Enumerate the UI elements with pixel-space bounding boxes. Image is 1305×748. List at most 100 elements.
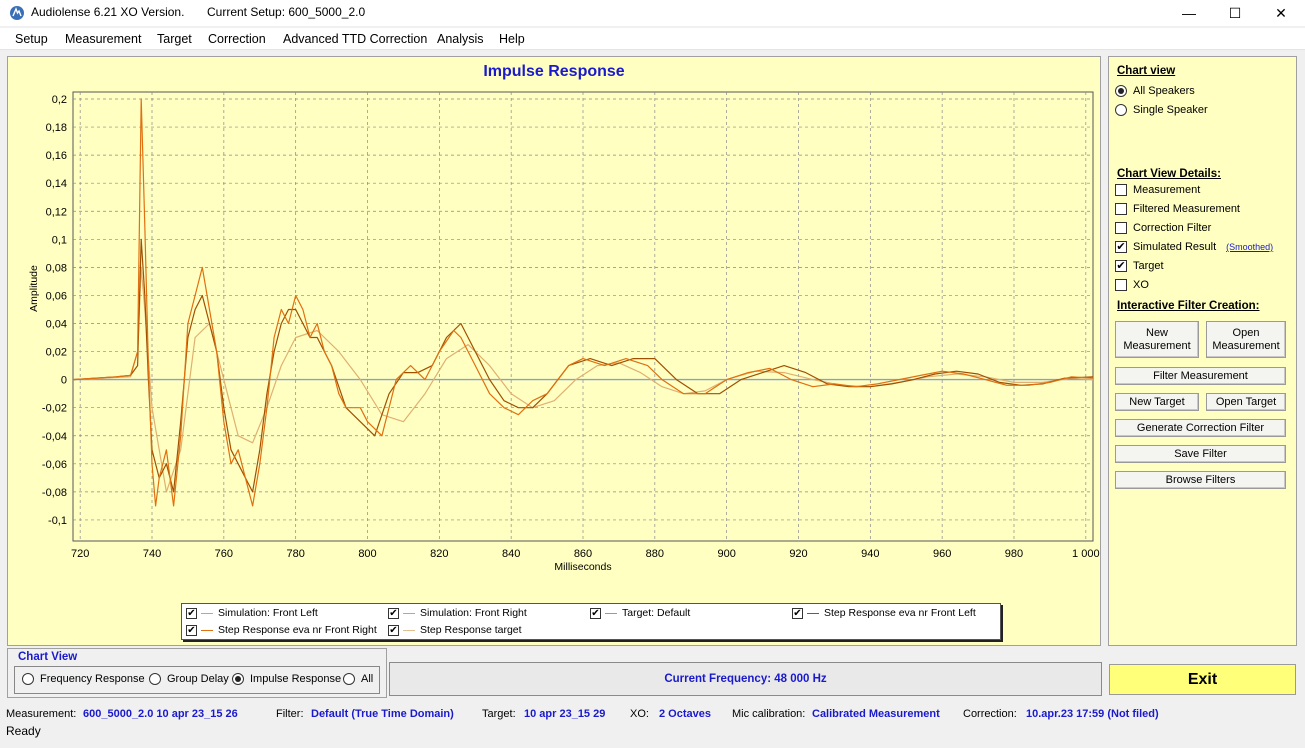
single-speaker-label: Single Speaker: [1133, 104, 1208, 116]
exit-button[interactable]: Exit: [1109, 664, 1296, 695]
y-tick-label: -0,06: [42, 459, 67, 471]
menu-analysis[interactable]: Analysis: [437, 32, 484, 46]
frequency-response-radio[interactable]: Frequency Response: [22, 673, 145, 685]
legend-label: Simulation: Front Right: [420, 607, 527, 619]
checkbox-checked-icon[interactable]: ✔: [1115, 241, 1127, 253]
smoothed-link[interactable]: (Smoothed): [1226, 242, 1273, 252]
maximize-button[interactable]: ☐: [1212, 0, 1258, 26]
minimize-button[interactable]: —: [1166, 0, 1212, 26]
y-axis-label: Amplitude: [28, 265, 40, 312]
filter-measurement-button[interactable]: Filter Measurement: [1115, 367, 1286, 385]
new-measurement-button[interactable]: New Measurement: [1115, 321, 1199, 358]
open-target-button[interactable]: Open Target: [1206, 393, 1286, 411]
y-tick-label: 0: [61, 375, 67, 387]
legend-item[interactable]: ✔ Simulation: Front Right: [388, 605, 527, 621]
group-delay-radio[interactable]: Group Delay: [149, 673, 229, 685]
filter-status-label: Filter:: [276, 708, 304, 720]
y-tick-label: -0,02: [42, 403, 67, 415]
y-tick-label: 0,08: [46, 262, 67, 274]
legend-checkbox[interactable]: ✔: [388, 624, 399, 636]
all-views-radio[interactable]: All: [343, 673, 373, 685]
radio-unselected-icon[interactable]: [343, 673, 355, 685]
checkbox-icon[interactable]: [1115, 279, 1127, 291]
x-tick-label: 800: [358, 548, 376, 560]
mic-calibration-value: Calibrated Measurement: [812, 708, 940, 720]
menu-bar: Setup Measurement Target Correction Adva…: [0, 28, 1305, 50]
menu-measurement[interactable]: Measurement: [65, 32, 141, 46]
all-speakers-label: All Speakers: [1133, 85, 1195, 97]
x-tick-label: 740: [143, 548, 161, 560]
measurement-label: Measurement: [1133, 184, 1201, 196]
legend-item[interactable]: ✔ Step Response eva nr Front Right: [186, 622, 377, 638]
filtered-measurement-checkbox[interactable]: Filtered Measurement: [1115, 201, 1240, 217]
xo-label: XO: [1133, 279, 1149, 291]
x-tick-label: 840: [502, 548, 520, 560]
x-tick-label: 920: [789, 548, 807, 560]
menu-advanced-ttd-correction[interactable]: Advanced TTD Correction: [283, 32, 427, 46]
measurement-status-value: 600_5000_2.0 10 apr 23_15 26: [83, 708, 238, 720]
legend-checkbox[interactable]: ✔: [590, 607, 601, 619]
legend-checkbox[interactable]: ✔: [388, 607, 399, 619]
new-target-button[interactable]: New Target: [1115, 393, 1199, 411]
legend-item[interactable]: ✔ Step Response eva nr Front Left: [792, 605, 976, 621]
open-measurement-button[interactable]: Open Measurement: [1206, 321, 1286, 358]
menu-correction[interactable]: Correction: [208, 32, 266, 46]
x-tick-label: 900: [717, 548, 735, 560]
all-views-label: All: [361, 673, 374, 685]
y-tick-label: 0,16: [46, 150, 67, 162]
legend-line-swatch: [403, 612, 415, 614]
radio-selected-icon[interactable]: [1115, 85, 1127, 97]
target-status-label: Target:: [482, 708, 516, 720]
browse-filters-button[interactable]: Browse Filters: [1115, 471, 1286, 489]
radio-unselected-icon[interactable]: [22, 673, 34, 685]
close-button[interactable]: ✕: [1258, 0, 1304, 26]
xo-checkbox[interactable]: XO: [1115, 277, 1149, 293]
legend-item[interactable]: ✔ Step Response target: [388, 622, 522, 638]
legend-checkbox[interactable]: ✔: [792, 607, 803, 619]
legend-item[interactable]: ✔ Simulation: Front Left: [186, 605, 318, 621]
y-tick-label: -0,04: [42, 431, 67, 443]
radio-unselected-icon[interactable]: [1115, 104, 1127, 116]
legend-label: Simulation: Front Left: [218, 607, 318, 619]
legend-item[interactable]: ✔ Target: Default: [590, 605, 690, 621]
checkbox-icon[interactable]: [1115, 203, 1127, 215]
impulse-response-radio[interactable]: Impulse Response: [232, 673, 341, 685]
legend-checkbox[interactable]: ✔: [186, 624, 197, 636]
audiolense-logo-icon: [10, 6, 24, 20]
y-tick-label: 0,2: [52, 94, 67, 106]
simulated-result-checkbox[interactable]: ✔ Simulated Result (Smoothed): [1115, 239, 1273, 255]
correction-filter-checkbox[interactable]: Correction Filter: [1115, 220, 1211, 236]
checkbox-icon[interactable]: [1115, 184, 1127, 196]
radio-unselected-icon[interactable]: [149, 673, 161, 685]
status-info-row: Measurement: 600_5000_2.0 10 apr 23_15 2…: [0, 705, 1305, 723]
menu-help[interactable]: Help: [499, 32, 525, 46]
y-tick-label: 0,18: [46, 122, 67, 134]
chart-panel: Impulse Response 720 740 760 780 800 820 840 86…: [7, 56, 1101, 646]
legend-line-swatch: [807, 612, 819, 614]
save-filter-button[interactable]: Save Filter: [1115, 445, 1286, 463]
single-speaker-radio[interactable]: Single Speaker: [1115, 102, 1208, 118]
x-tick-label: 880: [646, 548, 664, 560]
checkbox-checked-icon[interactable]: ✔: [1115, 260, 1127, 272]
y-tick-label: -0,08: [42, 487, 67, 499]
menu-target[interactable]: Target: [157, 32, 192, 46]
impulse-response-chart[interactable]: 720 740 760 780 800 820 840 860 880 900 920 940 960 9…: [8, 57, 1102, 647]
correction-status-label: Correction:: [963, 708, 1017, 720]
radio-selected-icon[interactable]: [232, 673, 244, 685]
measurement-checkbox[interactable]: Measurement: [1115, 182, 1200, 198]
legend-line-swatch: [201, 612, 213, 614]
target-checkbox[interactable]: ✔ Target: [1115, 258, 1164, 274]
xo-status-value: 2 Octaves: [659, 708, 711, 720]
chart-view-group-label: Chart View: [18, 651, 78, 663]
chart-view-details-heading: Chart View Details:: [1117, 168, 1221, 180]
menu-setup[interactable]: Setup: [15, 32, 48, 46]
all-speakers-radio[interactable]: All Speakers: [1115, 83, 1195, 99]
xo-status-label: XO:: [630, 708, 649, 720]
generate-correction-filter-button[interactable]: Generate Correction Filter: [1115, 419, 1286, 437]
y-tick-label: 0,02: [46, 347, 67, 359]
chart-legend: ✔ Simulation: Front Left ✔ Simulation: F…: [181, 603, 1001, 640]
x-tick-label: 980: [1005, 548, 1023, 560]
checkbox-icon[interactable]: [1115, 222, 1127, 234]
side-panel: Chart view All Speakers Single Speaker C…: [1108, 56, 1297, 646]
legend-checkbox[interactable]: ✔: [186, 607, 197, 619]
